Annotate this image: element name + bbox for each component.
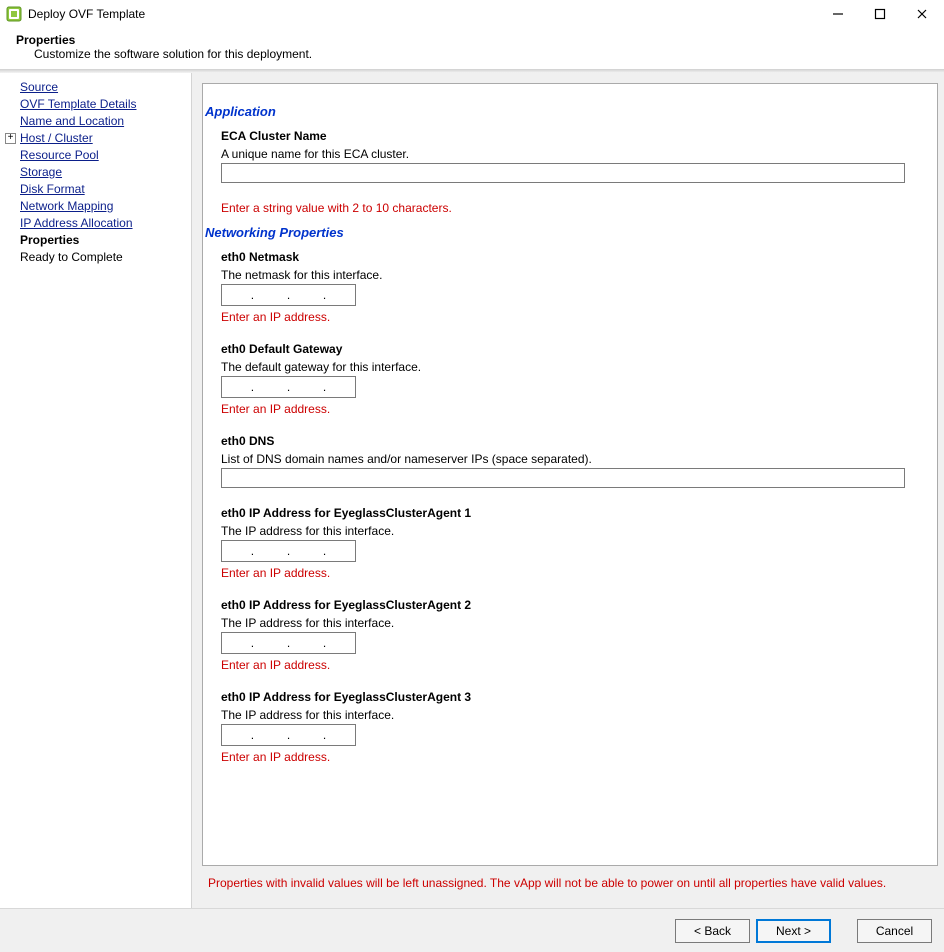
gateway-desc: The default gateway for this interface. <box>221 360 905 374</box>
eth0-ip-3-field: eth0 IP Address for EyeglassClusterAgent… <box>221 690 905 764</box>
window: Deploy OVF Template Properties Customize… <box>0 0 944 952</box>
app-icon <box>6 6 22 22</box>
titlebar: Deploy OVF Template <box>0 0 944 27</box>
gateway-input[interactable]: ... <box>221 376 356 398</box>
eth0-ip-2-label: eth0 IP Address for EyeglassClusterAgent… <box>221 598 905 612</box>
netmask-input[interactable]: ... <box>221 284 356 306</box>
eth0-ip-3-label: eth0 IP Address for EyeglassClusterAgent… <box>221 690 905 704</box>
networking-section-title: Networking Properties <box>205 225 905 240</box>
eca-cluster-name-field: ECA Cluster Name A unique name for this … <box>221 129 905 183</box>
dns-field: eth0 DNS List of DNS domain names and/or … <box>221 434 905 488</box>
gateway-error: Enter an IP address. <box>221 402 905 416</box>
eth0-ip-2-input[interactable]: ... <box>221 632 356 654</box>
eth0-ip-1-field: eth0 IP Address for EyeglassClusterAgent… <box>221 506 905 580</box>
dns-desc: List of DNS domain names and/or nameserv… <box>221 452 905 466</box>
page-title: Properties <box>16 33 928 47</box>
eth0-ip-1-input[interactable]: ... <box>221 540 356 562</box>
sidebar-item-resource-pool[interactable]: Resource Pool <box>0 147 185 164</box>
window-controls <box>828 4 944 24</box>
sidebar-item-storage[interactable]: Storage <box>0 164 185 181</box>
page-subtitle: Customize the software solution for this… <box>16 47 928 61</box>
eca-cluster-name-desc: A unique name for this ECA cluster. <box>221 147 905 161</box>
minimize-button[interactable] <box>828 4 848 24</box>
sidebar-item-host-cluster[interactable]: Host / Cluster <box>0 130 185 147</box>
page-header: Properties Customize the software soluti… <box>0 27 944 69</box>
body: SourceOVF Template DetailsName and Locat… <box>0 73 944 908</box>
eca-cluster-name-label: ECA Cluster Name <box>221 129 905 143</box>
eth0-ip-1-desc: The IP address for this interface. <box>221 524 905 538</box>
maximize-button[interactable] <box>870 4 890 24</box>
dns-label: eth0 DNS <box>221 434 905 448</box>
eth0-ip-3-input[interactable]: ... <box>221 724 356 746</box>
netmask-error: Enter an IP address. <box>221 310 905 324</box>
sidebar-item-source[interactable]: Source <box>0 79 185 96</box>
wizard-steps-sidebar: SourceOVF Template DetailsName and Locat… <box>0 73 192 908</box>
sidebar-item-network-mapping[interactable]: Network Mapping <box>0 198 185 215</box>
dns-input[interactable] <box>221 468 905 488</box>
eth0-ip-2-field: eth0 IP Address for EyeglassClusterAgent… <box>221 598 905 672</box>
eth0-ip-3-error: Enter an IP address. <box>221 750 905 764</box>
gateway-label: eth0 Default Gateway <box>221 342 905 356</box>
sidebar-item-properties: Properties <box>0 232 185 249</box>
eth0-ip-1-label: eth0 IP Address for EyeglassClusterAgent… <box>221 506 905 520</box>
eca-cluster-name-error: Enter a string value with 2 to 10 charac… <box>221 201 905 215</box>
netmask-label: eth0 Netmask <box>221 250 905 264</box>
sidebar-item-ovf-template-details[interactable]: OVF Template Details <box>0 96 185 113</box>
eth0-ip-2-error: Enter an IP address. <box>221 658 905 672</box>
back-button[interactable]: < Back <box>675 919 750 943</box>
sidebar-item-ready-to-complete: Ready to Complete <box>0 249 185 266</box>
netmask-desc: The netmask for this interface. <box>221 268 905 282</box>
validation-warning: Properties with invalid values will be l… <box>202 876 938 898</box>
eca-cluster-name-input[interactable] <box>221 163 905 183</box>
close-button[interactable] <box>912 4 932 24</box>
wizard-footer: < Back Next > Cancel <box>0 908 944 952</box>
properties-panel: Application ECA Cluster Name A unique na… <box>202 83 938 866</box>
netmask-field: eth0 Netmask The netmask for this interfa… <box>221 250 905 324</box>
gateway-field: eth0 Default Gateway The default gateway … <box>221 342 905 416</box>
sidebar-item-ip-address-allocation[interactable]: IP Address Allocation <box>0 215 185 232</box>
eth0-ip-1-error: Enter an IP address. <box>221 566 905 580</box>
eth0-ip-3-desc: The IP address for this interface. <box>221 708 905 722</box>
content-canvas: Application ECA Cluster Name A unique na… <box>192 73 944 908</box>
application-section-title: Application <box>205 104 905 119</box>
next-button[interactable]: Next > <box>756 919 831 943</box>
cancel-button[interactable]: Cancel <box>857 919 932 943</box>
window-title: Deploy OVF Template <box>28 7 145 21</box>
sidebar-item-name-and-location[interactable]: Name and Location <box>0 113 185 130</box>
sidebar-item-disk-format[interactable]: Disk Format <box>0 181 185 198</box>
eth0-ip-2-desc: The IP address for this interface. <box>221 616 905 630</box>
